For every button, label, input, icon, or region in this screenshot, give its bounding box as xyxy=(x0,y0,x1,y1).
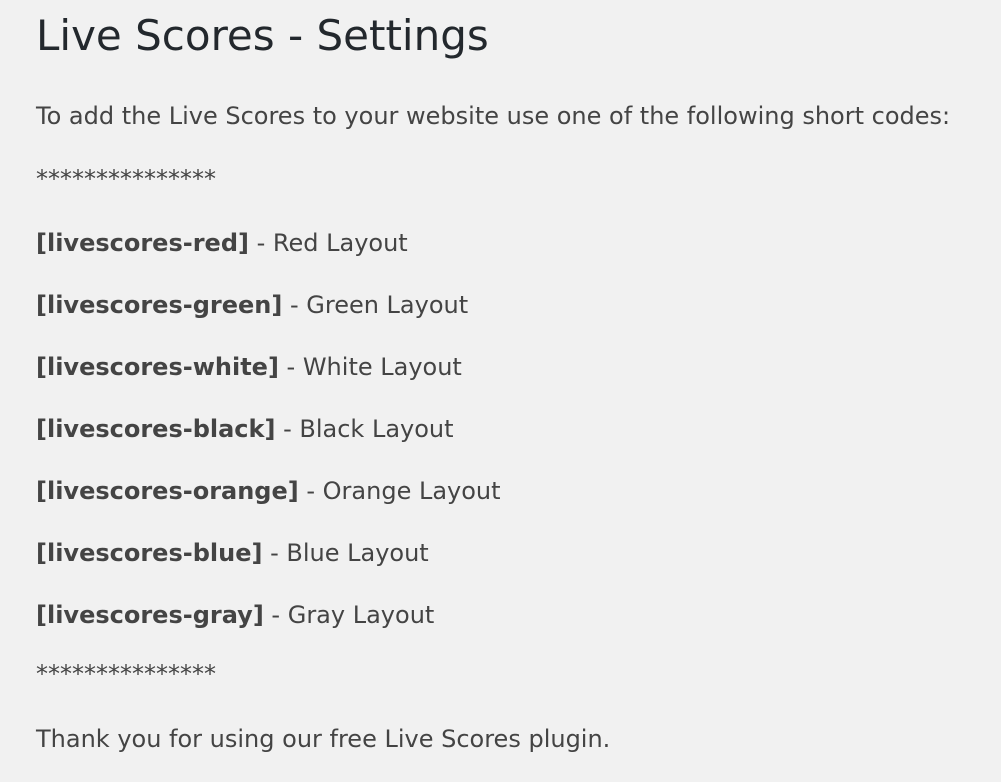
shortcode-green[interactable]: [livescores-green] xyxy=(36,291,282,319)
shortcode-description: Blue Layout xyxy=(286,539,429,567)
separator-top: *************** xyxy=(36,165,216,193)
shortcode-row-blue: [livescores-blue] - Blue Layout xyxy=(36,538,429,568)
shortcode-dash: - xyxy=(278,353,303,381)
shortcode-description: White Layout xyxy=(302,353,462,381)
shortcode-dash: - xyxy=(282,291,307,319)
shortcode-blue[interactable]: [livescores-blue] xyxy=(36,539,262,567)
shortcode-dash: - xyxy=(262,539,287,567)
separator-bottom: *************** xyxy=(36,660,216,688)
shortcode-description: Red Layout xyxy=(272,229,408,257)
shortcode-row-white: [livescores-white] - White Layout xyxy=(36,352,462,382)
thank-you-text: Thank you for using our free Live Scores… xyxy=(36,725,611,753)
shortcode-white[interactable]: [livescores-white] xyxy=(36,353,279,381)
shortcode-description: Orange Layout xyxy=(322,477,501,505)
shortcode-dash: - xyxy=(275,415,300,443)
shortcode-gray[interactable]: [livescores-gray] xyxy=(36,601,264,629)
shortcode-row-green: [livescores-green] - Green Layout xyxy=(36,290,468,320)
shortcode-dash: - xyxy=(298,477,323,505)
shortcode-dash: - xyxy=(248,229,273,257)
shortcode-description: Gray Layout xyxy=(287,601,435,629)
shortcode-orange[interactable]: [livescores-orange] xyxy=(36,477,299,505)
shortcode-description: Black Layout xyxy=(299,415,454,443)
shortcode-row-black: [livescores-black] - Black Layout xyxy=(36,414,454,444)
shortcode-row-orange: [livescores-orange] - Orange Layout xyxy=(36,476,501,506)
page-title: Live Scores - Settings xyxy=(36,11,489,60)
shortcode-dash: - xyxy=(263,601,288,629)
intro-text: To add the Live Scores to your website u… xyxy=(36,102,951,130)
shortcode-description: Green Layout xyxy=(306,291,469,319)
shortcode-red[interactable]: [livescores-red] xyxy=(36,229,249,257)
shortcode-row-red: [livescores-red] - Red Layout xyxy=(36,228,408,258)
shortcode-black[interactable]: [livescores-black] xyxy=(36,415,275,443)
shortcode-row-gray: [livescores-gray] - Gray Layout xyxy=(36,600,434,630)
